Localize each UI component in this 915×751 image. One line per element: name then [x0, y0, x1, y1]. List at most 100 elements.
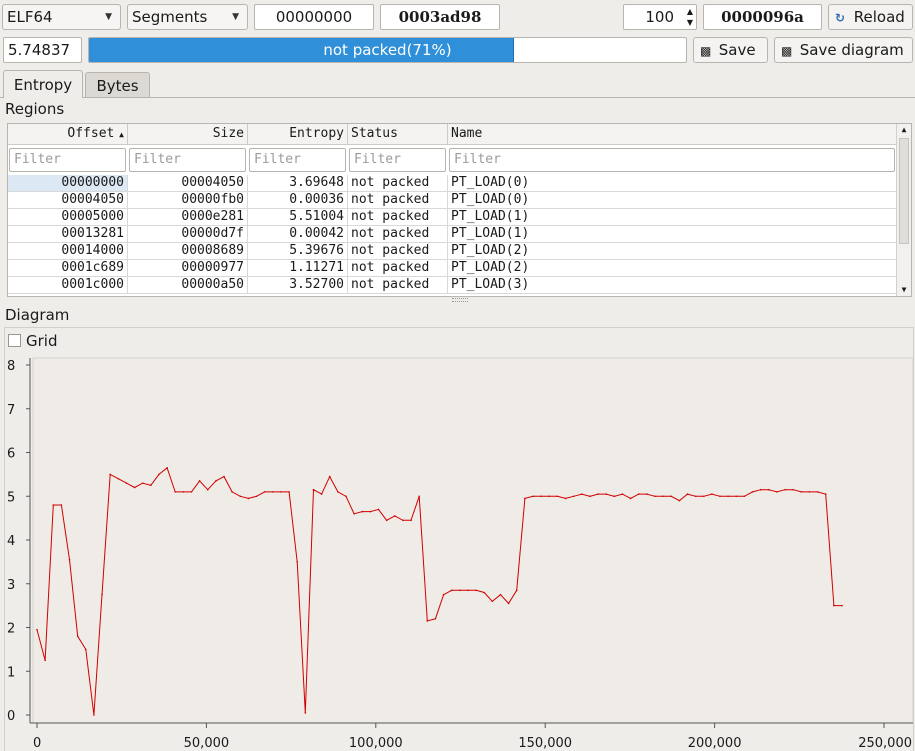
table-cell: not packed	[348, 175, 448, 191]
data-point	[353, 512, 355, 515]
save-diagram-button[interactable]: ▩ Save diagram	[774, 37, 913, 63]
data-point	[499, 593, 502, 596]
data-point	[263, 491, 266, 493]
table-cell: not packed	[348, 243, 448, 259]
data-point	[328, 475, 331, 478]
table-cell: 0000e281	[128, 209, 248, 225]
table-cell: 3.52700	[248, 277, 348, 293]
table-row[interactable]: 00013281 00000d7f 0.00042 not packed PT_LOAD…	[8, 226, 898, 243]
table-cell: 0.00036	[248, 192, 348, 208]
floppy-disk-icon: ▩	[781, 44, 793, 58]
table-cell: PT_LOAD(2)	[448, 260, 898, 276]
status-filter-input[interactable]: Filter	[349, 148, 446, 172]
data-point	[247, 497, 250, 500]
scroll-up-icon[interactable]: ▲	[897, 124, 911, 136]
data-point	[402, 519, 404, 522]
splitter-handle[interactable]	[452, 298, 468, 302]
data-point	[694, 495, 697, 498]
data-point	[117, 477, 120, 480]
tab-bytes[interactable]: Bytes	[85, 72, 150, 98]
save-label: Save	[718, 41, 756, 59]
data-point	[223, 475, 225, 478]
file-type-select[interactable]: ELF64 ▼	[2, 4, 121, 30]
column-header-entropy[interactable]: Entropy	[248, 124, 348, 145]
table-cell: 5.51004	[248, 209, 348, 225]
data-point	[52, 504, 55, 506]
save-button[interactable]: ▩ Save	[693, 37, 768, 63]
offset-filter-input[interactable]: Filter	[9, 148, 126, 172]
table-scrollbar[interactable]: ▲ ▼	[896, 124, 911, 296]
data-point	[589, 495, 591, 498]
y-tick-label: 5	[7, 490, 15, 505]
data-point	[605, 493, 607, 495]
size-filter-input[interactable]: Filter	[129, 148, 246, 172]
data-point	[678, 499, 681, 502]
table-cell: PT_LOAD(3)	[448, 277, 898, 293]
table-row[interactable]: 0001c689 00000977 1.11271 not packed PT_LOAD…	[8, 260, 898, 277]
data-point	[68, 558, 71, 561]
x-tick-label: 100,000	[349, 736, 403, 751]
regions-table: Offset ▲ Size Entropy Status Name Filter…	[7, 123, 912, 297]
diagram-title: Diagram	[5, 306, 70, 324]
data-point	[727, 495, 729, 498]
spin-arrows-icon[interactable]: ▲ ▼	[687, 6, 693, 28]
y-tick-label: 7	[7, 403, 15, 418]
table-row[interactable]: 00004050 00000fb0 0.00036 not packed PT_LOAD…	[8, 192, 898, 209]
data-point	[792, 488, 795, 491]
data-point	[768, 488, 770, 491]
table-row[interactable]: 00014000 00008689 5.39676 not packed PT_LOAD…	[8, 243, 898, 260]
reload-button[interactable]: ↻ Reload	[828, 4, 913, 30]
data-point	[621, 493, 624, 495]
tab-entropy[interactable]: Entropy	[3, 70, 83, 98]
table-row[interactable]: 0001c000 00000a50 3.52700 not packed PT_LOAD…	[8, 277, 898, 294]
data-point	[841, 604, 843, 607]
chevron-down-icon: ▼	[105, 12, 112, 22]
data-point	[190, 491, 193, 493]
name-filter-input[interactable]: Filter	[449, 148, 895, 172]
reload-label: Reload	[853, 8, 905, 26]
x-tick-label: 250,000	[858, 736, 912, 751]
x-tick-label: 50,000	[184, 736, 230, 751]
regions-title: Regions	[5, 100, 65, 118]
table-row[interactable]: 00005000 0000e281 5.51004 not packed PT_LOAD…	[8, 209, 898, 226]
data-point	[166, 467, 168, 469]
scrollbar-thumb[interactable]	[899, 138, 909, 244]
data-point	[280, 491, 282, 493]
mode-select[interactable]: Segments ▼	[127, 4, 248, 30]
table-cell: not packed	[348, 226, 448, 242]
column-header-name[interactable]: Name	[448, 124, 898, 145]
scroll-down-icon[interactable]: ▼	[897, 284, 911, 296]
grid-checkbox[interactable]	[8, 334, 21, 347]
data-point	[60, 504, 63, 506]
column-header-size[interactable]: Size	[128, 124, 248, 145]
table-cell: not packed	[348, 277, 448, 293]
data-point	[109, 473, 111, 476]
x-tick-label: 200,000	[688, 736, 742, 751]
data-point	[711, 493, 713, 495]
chevron-down-icon: ▼	[232, 12, 239, 22]
data-point	[450, 589, 453, 592]
data-point	[345, 495, 347, 498]
offset-field[interactable]: 00000000	[254, 4, 374, 30]
data-point	[84, 648, 87, 651]
data-point	[296, 561, 298, 563]
data-point	[434, 617, 437, 620]
data-point	[686, 493, 689, 495]
table-cell: 00008689	[128, 243, 248, 259]
column-header-offset[interactable]: Offset ▲	[8, 124, 128, 145]
data-point	[548, 495, 551, 498]
data-point	[442, 593, 445, 596]
table-cell: 00000fb0	[128, 192, 248, 208]
entropy-filter-input[interactable]: Filter	[249, 148, 346, 172]
reload-icon: ↻	[835, 11, 846, 25]
table-row[interactable]: 00000000 00004050 3.69648 not packed PT_LOAD…	[8, 175, 898, 192]
block-count-spinbox[interactable]: 100 ▲ ▼	[623, 4, 697, 30]
entropy-chart: 0 1 2 3 4 5 6 7 8 0 50,000 100,000 150,000 200,000 25…	[7, 357, 914, 751]
size-field: 0003ad98	[380, 4, 500, 30]
data-point	[174, 491, 177, 493]
data-point	[320, 493, 323, 495]
data-point	[198, 480, 201, 482]
data-point	[629, 497, 632, 500]
data-point	[572, 495, 575, 498]
column-header-status[interactable]: Status	[348, 124, 448, 145]
